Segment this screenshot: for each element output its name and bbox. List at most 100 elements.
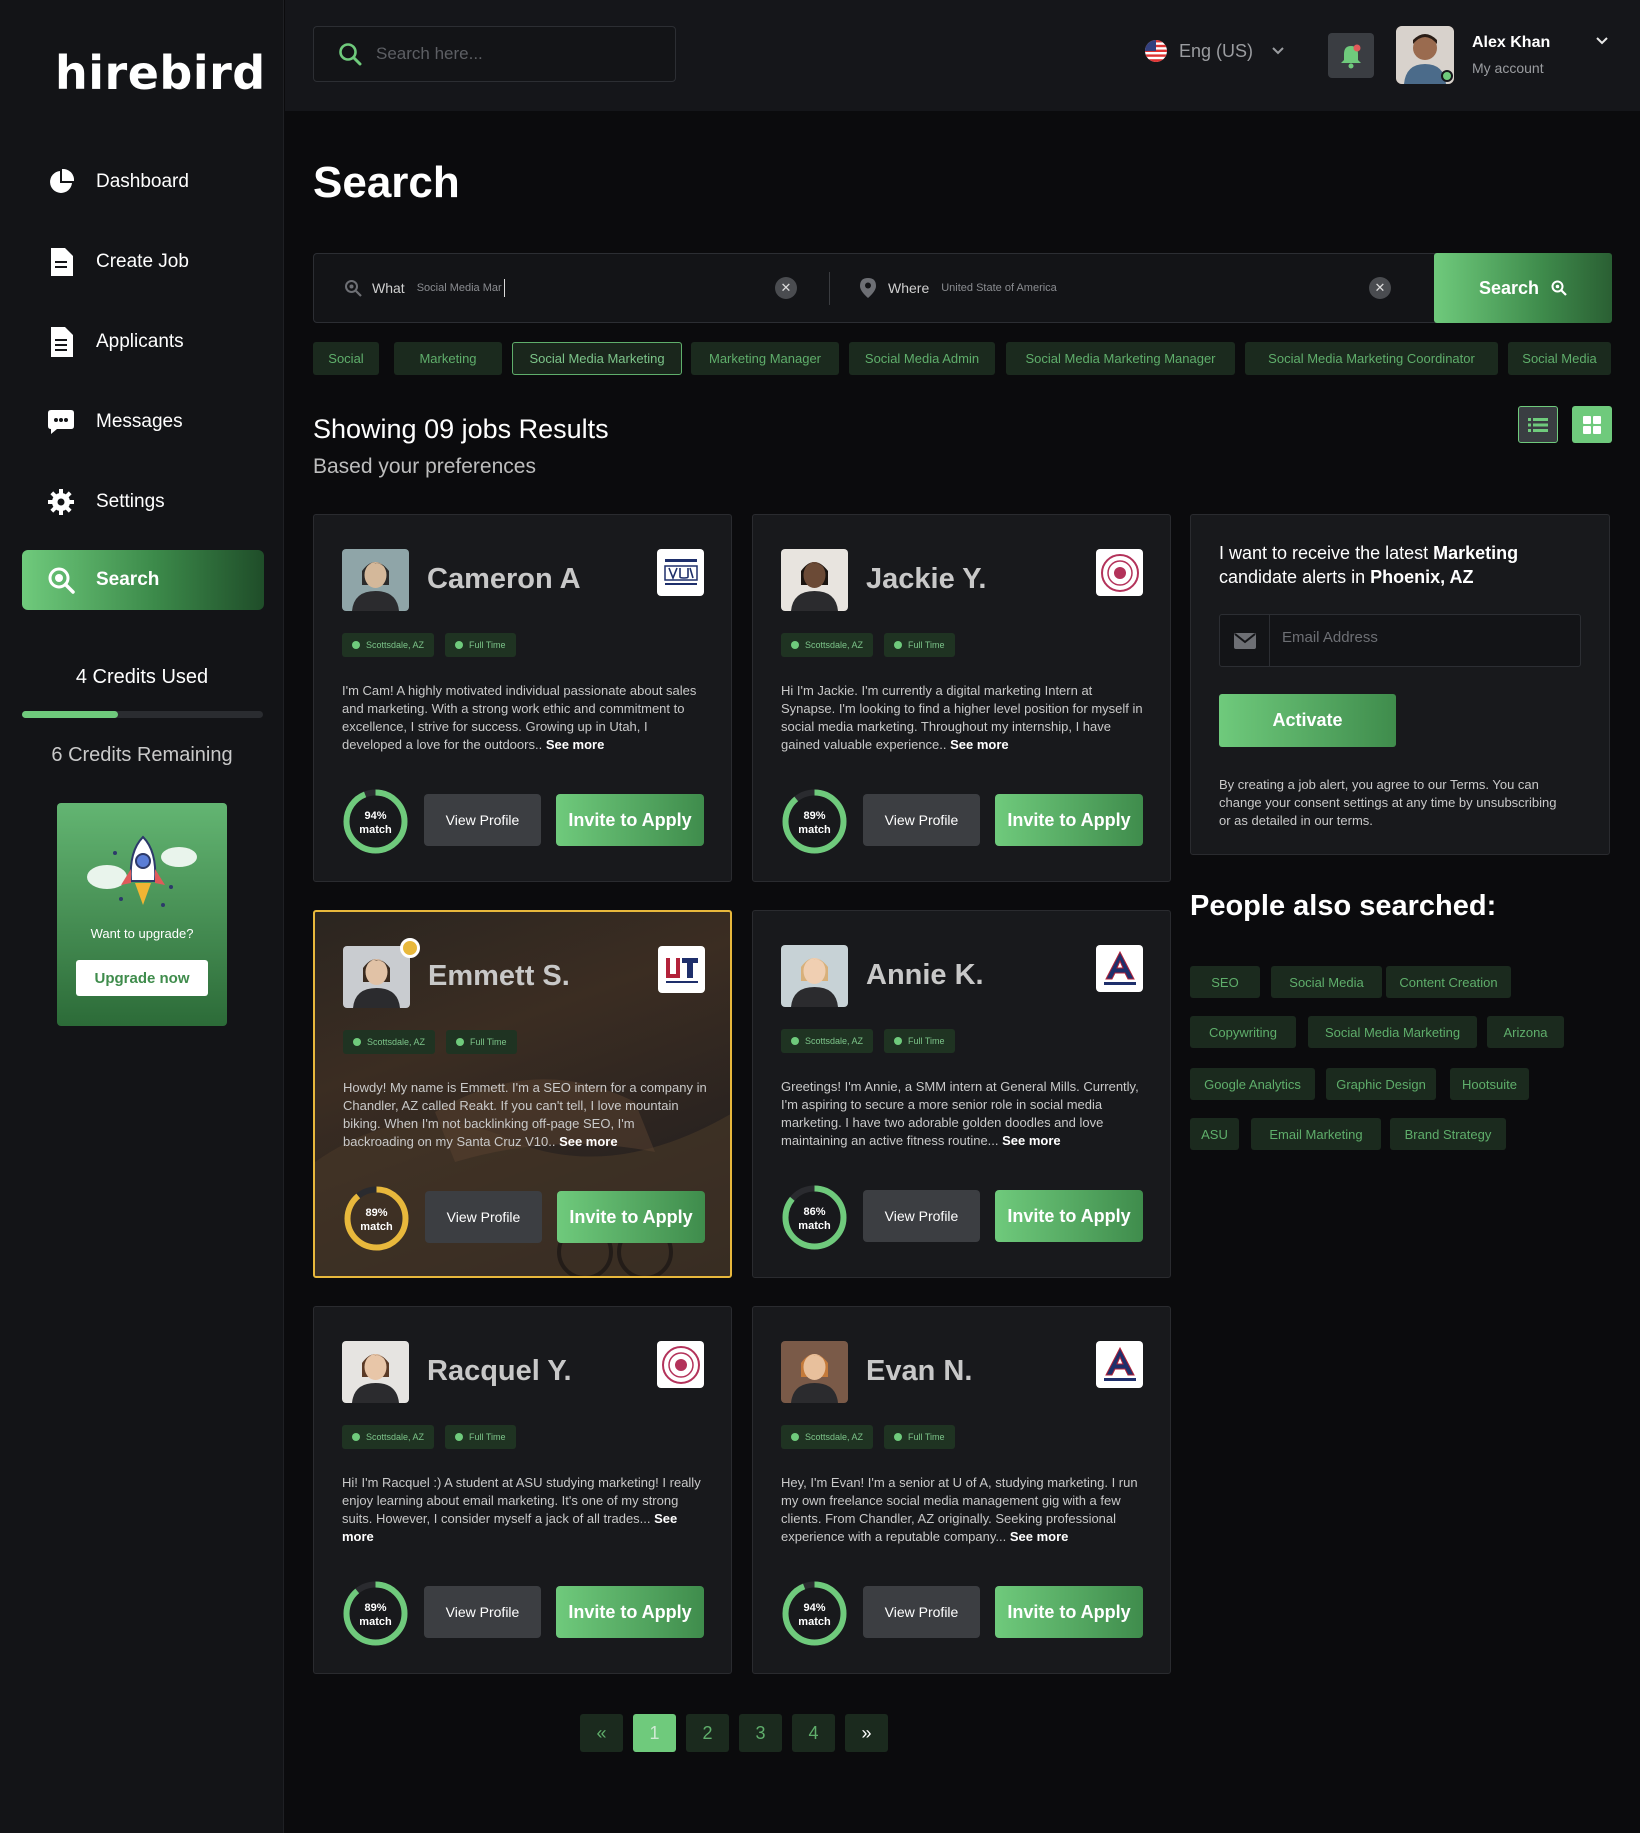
match-percent: 89% — [365, 1207, 388, 1219]
candidate-card[interactable]: Racquel Y. Scottsdale, AZ Full Time Hi! … — [313, 1306, 732, 1674]
sidebar-item-messages[interactable]: Messages — [22, 392, 264, 452]
sidebar-item-create-job[interactable]: Create Job — [22, 232, 264, 292]
language-selector[interactable]: Eng (US) — [1145, 40, 1285, 62]
invite-to-apply-button[interactable]: Invite to Apply — [557, 1191, 705, 1243]
see-more-link[interactable]: See more — [950, 737, 1009, 752]
sidebar-item-search[interactable]: Search — [22, 550, 264, 610]
chip-marketing[interactable]: Marketing — [394, 342, 502, 375]
view-profile-button[interactable]: View Profile — [424, 794, 541, 846]
school-logo-icon — [657, 549, 704, 596]
chip-social-media-marketing-coordinator[interactable]: Social Media Marketing Coordinator — [1245, 342, 1498, 375]
candidate-name[interactable]: Jackie Y. — [866, 563, 986, 596]
related-search-chip[interactable]: Hootsuite — [1450, 1068, 1529, 1100]
clock-icon — [894, 1433, 902, 1441]
chip-marketing-manager[interactable]: Marketing Manager — [691, 342, 839, 375]
sidebar-item-dashboard[interactable]: Dashboard — [22, 152, 264, 212]
pagination-next-button[interactable]: » — [845, 1714, 888, 1752]
related-search-chip[interactable]: Social Media Marketing — [1308, 1016, 1477, 1048]
alert-email-input[interactable] — [1282, 629, 1562, 646]
notifications-button[interactable] — [1328, 33, 1374, 78]
related-search-chip[interactable]: Arizona — [1487, 1016, 1564, 1048]
where-field[interactable]: Where United State of America — [860, 254, 1057, 322]
candidate-photo[interactable] — [781, 1341, 848, 1403]
job-alert-panel: I want to receive the latest Marketing c… — [1190, 514, 1610, 855]
page-2-button[interactable]: 2 — [686, 1714, 729, 1752]
related-search-chip[interactable]: ASU — [1190, 1118, 1239, 1150]
candidate-name[interactable]: Cameron A — [427, 563, 581, 596]
sidebar-item-settings[interactable]: Settings — [22, 472, 264, 532]
results-subtitle: Based your preferences — [313, 455, 536, 478]
grid-view-button[interactable] — [1572, 406, 1612, 443]
view-profile-button[interactable]: View Profile — [424, 1586, 541, 1638]
candidate-photo[interactable] — [343, 946, 410, 1008]
view-profile-button[interactable]: View Profile — [863, 1190, 980, 1242]
clear-where-button[interactable]: ✕ — [1369, 277, 1391, 299]
see-more-link[interactable]: See more — [546, 737, 605, 752]
related-search-chip[interactable]: Copywriting — [1190, 1016, 1296, 1048]
candidate-photo[interactable] — [781, 549, 848, 611]
see-more-link[interactable]: See more — [1002, 1133, 1061, 1148]
location-pin-icon — [791, 1037, 799, 1045]
list-view-button[interactable] — [1518, 406, 1558, 443]
activate-alert-button[interactable]: Activate — [1219, 694, 1396, 747]
related-search-chip[interactable]: Brand Strategy — [1390, 1118, 1506, 1150]
invite-to-apply-button[interactable]: Invite to Apply — [556, 794, 704, 846]
related-search-chip[interactable]: Content Creation — [1386, 966, 1511, 998]
location-tag: Scottsdale, AZ — [342, 633, 435, 657]
gear-icon — [46, 487, 76, 517]
invite-to-apply-button[interactable]: Invite to Apply — [556, 1586, 704, 1638]
credits-progress-fill — [22, 711, 119, 718]
candidate-card[interactable]: Cameron A Scottsdale, AZ Full Time I'm C… — [313, 514, 732, 882]
global-search[interactable] — [313, 26, 676, 82]
candidate-photo[interactable] — [342, 1341, 409, 1403]
search-button[interactable]: Search — [1434, 253, 1612, 323]
view-profile-button[interactable]: View Profile — [863, 794, 980, 846]
candidate-card[interactable]: Emmett S. Scottsdale, AZ Full Time Howdy… — [313, 910, 732, 1278]
what-field[interactable]: What Social Media Mar — [344, 254, 505, 322]
see-more-link[interactable]: See more — [1010, 1529, 1069, 1544]
page-1-button[interactable]: 1 — [633, 1714, 676, 1752]
chip-social-media[interactable]: Social Media — [1508, 342, 1611, 375]
candidate-name[interactable]: Evan N. — [866, 1355, 972, 1388]
invite-to-apply-button[interactable]: Invite to Apply — [995, 1586, 1143, 1638]
what-label: What — [372, 280, 405, 296]
app-logo[interactable]: hirebird — [55, 46, 266, 100]
candidate-photo[interactable] — [781, 945, 848, 1007]
related-search-chip[interactable]: Email Marketing — [1251, 1118, 1381, 1150]
candidate-card[interactable]: Jackie Y. Scottsdale, AZ Full Time Hi I'… — [752, 514, 1171, 882]
see-more-link[interactable]: See more — [559, 1134, 618, 1149]
upgrade-now-button[interactable]: Upgrade now — [76, 960, 208, 996]
what-input[interactable]: Social Media Mar — [417, 282, 502, 294]
match-score: 86% match — [781, 1184, 848, 1251]
view-profile-button[interactable]: View Profile — [863, 1586, 980, 1638]
pagination-prev-button[interactable]: « — [580, 1714, 623, 1752]
invite-to-apply-button[interactable]: Invite to Apply — [995, 794, 1143, 846]
candidate-name[interactable]: Emmett S. — [428, 960, 570, 993]
alert-email-field[interactable] — [1219, 614, 1581, 667]
where-input[interactable]: United State of America — [941, 282, 1057, 294]
related-search-chip[interactable]: SEO — [1190, 966, 1260, 998]
related-search-chip[interactable]: Google Analytics — [1190, 1068, 1315, 1100]
chip-social[interactable]: Social — [313, 342, 379, 375]
invite-to-apply-button[interactable]: Invite to Apply — [995, 1190, 1143, 1242]
global-search-input[interactable] — [376, 44, 656, 64]
my-account-link[interactable]: My account — [1472, 60, 1544, 76]
candidate-photo[interactable] — [342, 549, 409, 611]
related-search-chip[interactable]: Social Media — [1271, 966, 1382, 998]
clear-what-button[interactable]: ✕ — [775, 277, 797, 299]
chip-social-media-admin[interactable]: Social Media Admin — [849, 342, 995, 375]
view-profile-button[interactable]: View Profile — [425, 1191, 542, 1243]
candidate-card[interactable]: Evan N. Scottsdale, AZ Full Time Hey, I'… — [752, 1306, 1171, 1674]
chip-social-media-marketing[interactable]: Social Media Marketing — [512, 342, 682, 375]
candidate-card[interactable]: Annie K. Scottsdale, AZ Full Time Greeti… — [752, 910, 1171, 1278]
related-search-chip[interactable]: Graphic Design — [1326, 1068, 1436, 1100]
candidate-name[interactable]: Annie K. — [866, 959, 984, 992]
page-4-button[interactable]: 4 — [792, 1714, 835, 1752]
chevron-down-icon[interactable] — [1595, 36, 1609, 46]
chip-social-media-marketing-manager[interactable]: Social Media Marketing Manager — [1006, 342, 1235, 375]
pie-chart-icon — [46, 167, 76, 197]
candidate-name[interactable]: Racquel Y. — [427, 1355, 572, 1388]
match-percent: 86% — [803, 1206, 826, 1218]
page-3-button[interactable]: 3 — [739, 1714, 782, 1752]
sidebar-item-applicants[interactable]: Applicants — [22, 312, 264, 372]
